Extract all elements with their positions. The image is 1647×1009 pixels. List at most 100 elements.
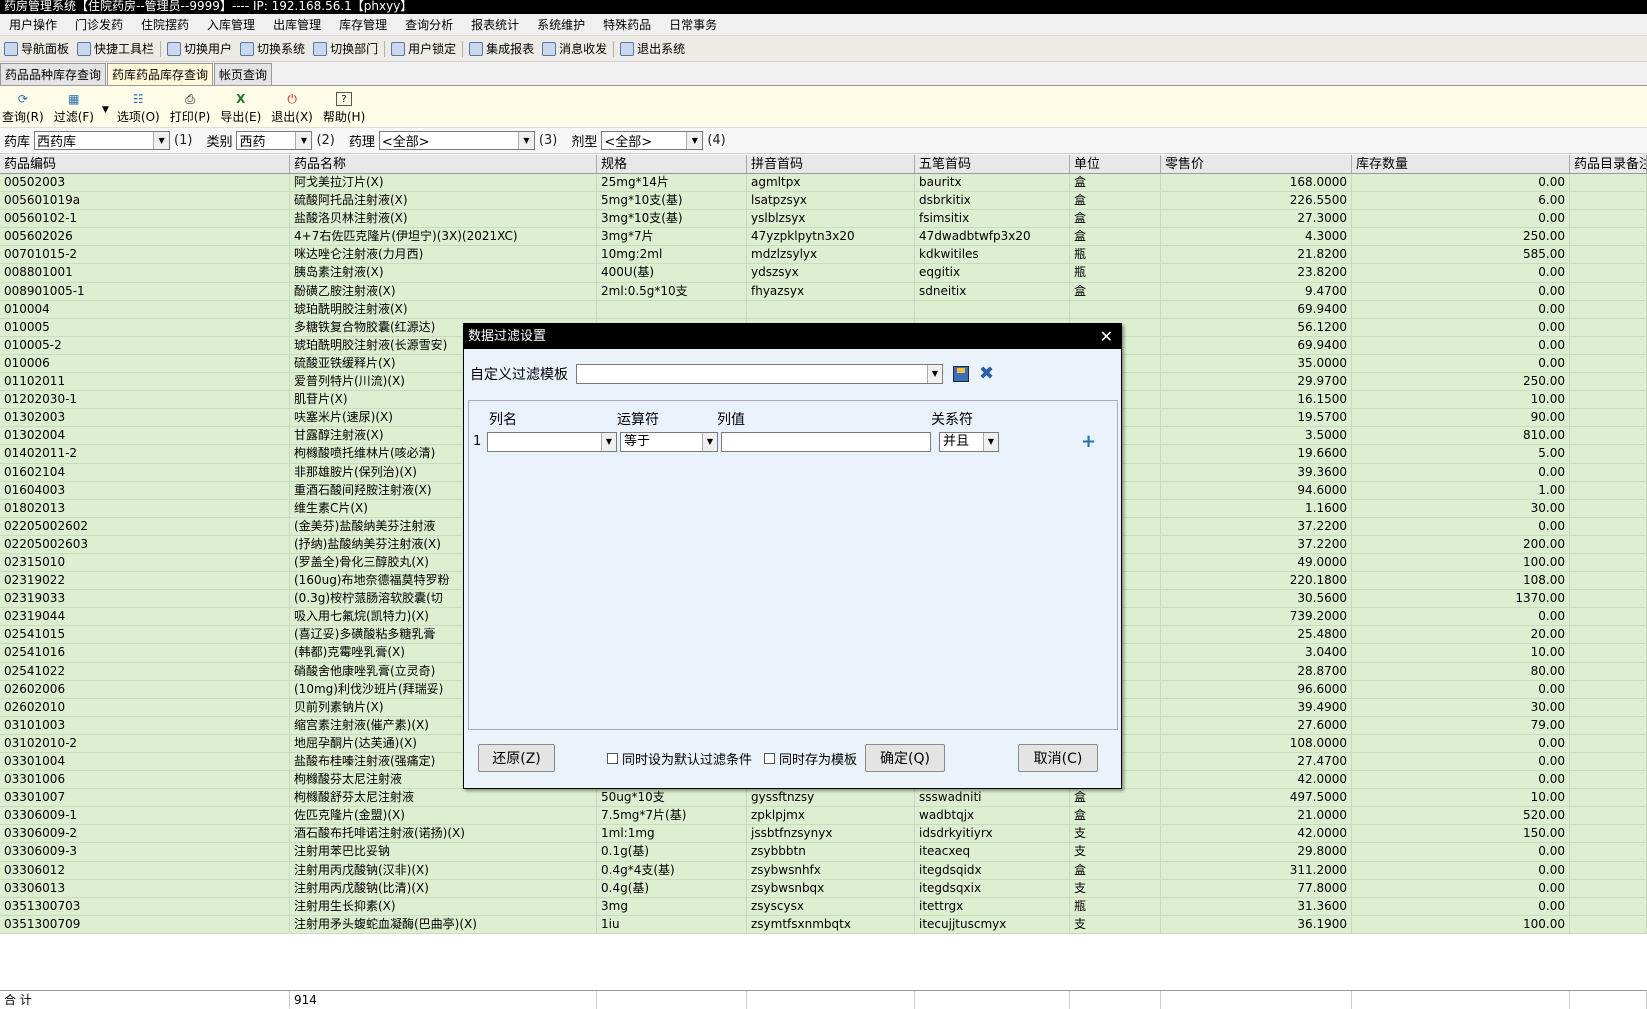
menu-item-5[interactable]: 库存管理 bbox=[330, 16, 396, 33]
cancel-button[interactable]: 取消(C) bbox=[1018, 744, 1099, 772]
quick-item-6[interactable]: 集成报表 bbox=[465, 40, 538, 57]
quick-item-label: 集成报表 bbox=[486, 42, 535, 56]
table-cell: 03301006 bbox=[0, 771, 290, 789]
ok-button[interactable]: 确定(Q) bbox=[865, 744, 946, 772]
table-cell bbox=[1570, 825, 1647, 843]
table-row[interactable]: 0351300703 注射用生长抑素(X) 3mg zsyscysx itettrgx 瓶… bbox=[0, 897, 1647, 916]
table-row[interactable]: 03306009-2 酒石酸布托啡诺注射液(诺扬)(X) 1ml:1mg jssbtf… bbox=[0, 825, 1647, 844]
table-cell: ssswadniti bbox=[915, 789, 1070, 807]
table-row[interactable]: 005601019a 硫酸阿托品注射液(X) 5mg*10支(基) lsatpzsyx… bbox=[0, 192, 1647, 211]
column-header[interactable]: 药品编码 bbox=[0, 155, 290, 173]
close-icon[interactable]: ✕ bbox=[1100, 324, 1113, 349]
column-header[interactable]: 药品目录备注 bbox=[1570, 155, 1647, 173]
table-cell: kdkwitiles bbox=[915, 246, 1070, 264]
relation-select[interactable]: 并且 ▼ bbox=[939, 431, 999, 452]
filter-dropdown-arrow[interactable]: ▼ bbox=[102, 105, 109, 115]
toolbar-separator bbox=[384, 40, 386, 57]
value-input[interactable] bbox=[721, 431, 931, 452]
table-row[interactable]: 008901005-1 酚磺乙胺注射液(X) 2ml:0.5g*10支 fhyazsy… bbox=[0, 282, 1647, 301]
filter-settings-dialog: 数据过滤设置 ✕ 自定义过滤模板 ▼ ✖ 列名 运算符 列值 关系符 1 ▼ 等… bbox=[463, 323, 1122, 789]
default-filter-checkbox[interactable]: 同时设为默认过滤条件 bbox=[607, 749, 752, 768]
menu-item-3[interactable]: 入库管理 bbox=[198, 16, 264, 33]
add-condition-icon[interactable]: + bbox=[1081, 431, 1096, 452]
column-header[interactable]: 规格 bbox=[597, 155, 747, 173]
column-header[interactable]: 零售价 bbox=[1161, 155, 1352, 173]
table-cell: 0.4g*4支(基) bbox=[597, 861, 747, 879]
column-header[interactable]: 药品名称 bbox=[290, 155, 597, 173]
column-header[interactable]: 五笔首码 bbox=[915, 155, 1070, 173]
tab-1[interactable]: 药库药品库存查询 bbox=[107, 63, 214, 85]
export-label: 导出(E) bbox=[220, 110, 262, 124]
table-cell: 3.5000 bbox=[1161, 427, 1352, 445]
table-cell: 0.00 bbox=[1352, 879, 1570, 897]
template-select[interactable]: ▼ bbox=[576, 363, 943, 384]
menu-item-6[interactable]: 查询分析 bbox=[396, 16, 462, 33]
table-row[interactable]: 03306009-1 佐匹克隆片(金盟)(X) 7.5mg*7片(基) zpklpjm… bbox=[0, 807, 1647, 826]
table-cell bbox=[1570, 716, 1647, 734]
pharmacology-select[interactable]: <全部> ▼ bbox=[378, 131, 535, 150]
save-icon[interactable] bbox=[953, 365, 969, 382]
table-cell: 盒 bbox=[1070, 861, 1161, 879]
save-template-checkbox[interactable]: 同时存为模板 bbox=[764, 749, 857, 768]
menu-item-1[interactable]: 门诊发药 bbox=[66, 16, 132, 33]
table-row[interactable]: 03306012 注射用丙戊酸钠(汉非)(X) 0.4g*4支(基) zsybwsnh… bbox=[0, 861, 1647, 880]
table-row[interactable]: 00502003 阿戈美拉汀片(X) 25mg*14片 agmltpx bauritx 盒… bbox=[0, 174, 1647, 193]
table-cell: 03306009-3 bbox=[0, 843, 290, 861]
table-cell bbox=[1570, 445, 1647, 463]
column-header[interactable]: 拼音首码 bbox=[747, 155, 915, 173]
filter-button[interactable]: ▦ 过滤(F) bbox=[54, 92, 94, 125]
table-row[interactable]: 00560102-1 盐酸洛贝林注射液(X) 3mg*10支(基) yslblzsyx… bbox=[0, 210, 1647, 229]
delete-icon[interactable]: ✖ bbox=[979, 363, 994, 384]
quick-item-8[interactable]: 退出系统 bbox=[616, 40, 689, 57]
operator-select[interactable]: 等于 ▼ bbox=[620, 431, 718, 452]
quick-item-0[interactable]: 导航面板 bbox=[0, 40, 73, 57]
condition-header: 列名 运算符 列值 关系符 bbox=[489, 409, 973, 429]
table-cell: sdneitix bbox=[915, 282, 1070, 300]
column-name-select[interactable]: ▼ bbox=[487, 431, 617, 452]
quick-item-2[interactable]: 切换用户 bbox=[163, 40, 236, 57]
quick-item-1[interactable]: 快捷工具栏 bbox=[73, 40, 158, 57]
table-row[interactable]: 03306013 注射用丙戊酸钠(比清)(X) 0.4g(基) zsybwsnbqx i… bbox=[0, 879, 1647, 898]
table-row[interactable]: 0351300709 注射用矛头蝮蛇血凝酶(巴曲亭)(X) 1iu zsymtfsxn… bbox=[0, 915, 1647, 934]
operator-header: 运算符 bbox=[617, 412, 659, 428]
table-row[interactable]: 010004 琥珀酰明胶注射液(X) 69.9400 0.00 bbox=[0, 300, 1647, 319]
table-row[interactable]: 03306009-3 注射用苯巴比妥钠 0.1g(基) zsybbbtn iteacxe… bbox=[0, 843, 1647, 862]
export-button[interactable]: X 导出(E) bbox=[220, 92, 261, 125]
print-button[interactable]: ⎙ 打印(P) bbox=[170, 92, 211, 125]
menu-item-4[interactable]: 出库管理 bbox=[264, 16, 330, 33]
table-cell bbox=[1570, 553, 1647, 572]
tab-0[interactable]: 药品品种库存查询 bbox=[0, 63, 107, 85]
tab-2[interactable]: 帐页查询 bbox=[214, 63, 273, 85]
quick-item-4[interactable]: 切换部门 bbox=[309, 40, 382, 57]
help-button[interactable]: ? 帮助(H) bbox=[323, 92, 365, 125]
menu-item-9[interactable]: 特殊药品 bbox=[594, 16, 660, 33]
table-row[interactable]: 03301007 枸橼酸舒芬太尼注射液 50ug*10支 gyssftnzsy sssw… bbox=[0, 789, 1647, 808]
options-button[interactable]: ☷ 选项(O) bbox=[117, 92, 160, 125]
column-header[interactable]: 库存数量 bbox=[1352, 155, 1570, 173]
pharmacy-select[interactable]: 西药库 ▼ bbox=[34, 131, 171, 150]
table-cell: 226.5500 bbox=[1161, 192, 1352, 210]
menu-item-8[interactable]: 系统维护 bbox=[528, 16, 594, 33]
restore-button[interactable]: 还原(Z) bbox=[478, 744, 555, 772]
exit-button[interactable]: ⏻ 退出(X) bbox=[271, 92, 313, 125]
column-header[interactable]: 单位 bbox=[1070, 155, 1161, 173]
table-row[interactable]: 00701015-2 咪达唑仑注射液(力月西) 10mg:2ml mdzlzsylyx… bbox=[0, 246, 1647, 265]
query-button[interactable]: ⟳ 查询(R) bbox=[2, 92, 44, 125]
table-cell: zsymtfsxnmbqtx bbox=[747, 915, 915, 933]
table-cell: fsimsitix bbox=[915, 210, 1070, 228]
menu-item-10[interactable]: 日常事务 bbox=[660, 16, 726, 33]
category-select[interactable]: 西药 ▼ bbox=[236, 131, 313, 150]
table-cell bbox=[1570, 246, 1647, 264]
table-cell bbox=[1570, 535, 1647, 553]
menu-item-0[interactable]: 用户操作 bbox=[0, 16, 66, 33]
dosage-form-select[interactable]: <全部> ▼ bbox=[601, 131, 704, 150]
quick-item-5[interactable]: 用户锁定 bbox=[387, 40, 460, 57]
quick-item-label: 用户锁定 bbox=[408, 42, 457, 56]
menu-item-7[interactable]: 报表统计 bbox=[462, 16, 528, 33]
table-row[interactable]: 008801001 胰岛素注射液(X) 400U(基) ydszsyx eqgitix 瓶… bbox=[0, 264, 1647, 283]
menu-item-2[interactable]: 住院摆药 bbox=[132, 16, 198, 33]
table-cell: 108.0000 bbox=[1161, 734, 1352, 752]
quick-item-3[interactable]: 切换系统 bbox=[236, 40, 309, 57]
quick-item-7[interactable]: 消息收发 bbox=[538, 40, 611, 57]
table-row[interactable]: 005602026 4+7右佐匹克隆片(伊坦宁)(3X)(2021XC) 3mg*7… bbox=[0, 228, 1647, 247]
